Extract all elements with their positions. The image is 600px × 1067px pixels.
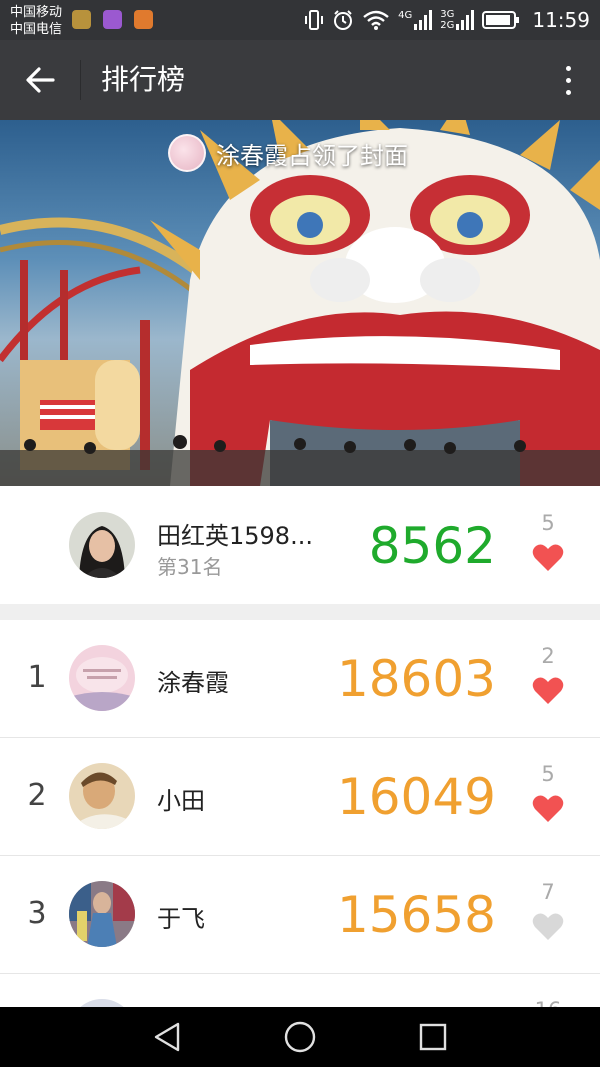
cover-owner-text: 涂春霞占领了封面 (216, 141, 408, 170)
my-score: 8562 (368, 517, 496, 575)
rank-number: 3 (27, 896, 47, 931)
like-button[interactable]: 5 (528, 761, 568, 823)
signal-bars-icon (414, 10, 433, 30)
my-name: 田红英1598... (157, 522, 313, 550)
my-position: 第31名 (157, 555, 223, 579)
user-score: 18603 (336, 650, 496, 708)
heart-outline-icon (532, 913, 564, 940)
status-bar: 中国移动 中国电信 4G 3G 2G 11:59 (0, 0, 600, 40)
rank-number: 1 (27, 660, 47, 695)
user-name: 于飞 (157, 905, 205, 933)
network-2g-label: 2G (440, 20, 455, 31)
rank-number: 2 (27, 778, 47, 813)
like-count: 5 (541, 511, 555, 535)
carrier-info: 中国移动 中国电信 (10, 4, 62, 38)
nav-home-button[interactable] (270, 1017, 330, 1057)
avatar (69, 645, 135, 711)
cover-owner-avatar (168, 134, 206, 172)
square-recents-icon (419, 1023, 447, 1051)
nav-back-button[interactable] (137, 1017, 197, 1057)
like-button[interactable]: 2 (528, 643, 568, 705)
like-count: 7 (541, 880, 555, 904)
heart-icon (532, 544, 564, 571)
heart-icon (532, 677, 564, 704)
carrier-1: 中国移动 (10, 5, 63, 20)
system-nav-bar (0, 1007, 600, 1067)
clock: 11:59 (532, 8, 590, 32)
like-count: 5 (541, 762, 555, 786)
notification-app-icon-3 (134, 10, 153, 29)
cover-owner-badge[interactable]: 涂春霞占领了封面 (168, 133, 408, 173)
back-arrow-icon (26, 67, 55, 93)
ranking-row-1[interactable]: 1 涂春霞 18603 2 (0, 620, 600, 738)
user-avatar-photo (69, 881, 135, 947)
triangle-back-icon (154, 1022, 180, 1052)
battery-icon (482, 11, 520, 29)
avatar (69, 881, 135, 947)
signal-bars-icon-2 (456, 10, 475, 30)
vibrate-icon (305, 10, 324, 30)
my-like-button[interactable]: 5 (528, 510, 568, 572)
network-3g-label: 3G (440, 9, 455, 20)
user-name: 涂春霞 (157, 669, 229, 697)
like-count: 2 (541, 644, 555, 668)
like-button[interactable]: 7 (528, 879, 568, 941)
status-icons: 4G 3G 2G 11:59 (304, 0, 590, 40)
user-score: 15658 (336, 886, 496, 944)
back-button[interactable] (14, 58, 66, 102)
alarm-icon (334, 10, 353, 30)
circle-home-icon (284, 1021, 316, 1053)
signal-4g: 4G (398, 10, 433, 30)
wifi-icon (363, 10, 389, 30)
ranking-row-2[interactable]: 2 小田 16049 5 (0, 738, 600, 856)
app-bar-divider (80, 60, 81, 100)
section-gap (0, 604, 600, 620)
user-name: 小田 (157, 787, 205, 815)
heart-icon (532, 795, 564, 822)
avatar (69, 512, 135, 578)
nav-recents-button[interactable] (403, 1017, 463, 1057)
notification-app-icon-2 (103, 10, 122, 29)
more-options-button[interactable] (556, 60, 580, 100)
more-dot-icon (565, 77, 571, 83)
cover-photo (0, 120, 600, 486)
signal-3g: 3G 2G (440, 9, 475, 31)
user-avatar-photo (69, 763, 135, 829)
user-score: 16049 (336, 768, 496, 826)
cover-image[interactable]: 涂春霞占领了封面 (0, 120, 600, 486)
page-title: 排行榜 (101, 63, 186, 96)
user-avatar-photo (69, 645, 135, 711)
notification-app-icon-1 (72, 10, 91, 29)
more-dot-icon (565, 89, 571, 95)
leaderboard-screen: 中国移动 中国电信 4G 3G 2G 11:59 排行榜 涂春霞占领了封面 田红… (0, 0, 600, 1067)
my-rank-row[interactable]: 田红英1598... 第31名 8562 5 (0, 486, 600, 604)
network-4g-label: 4G (398, 10, 413, 21)
more-dot-icon (565, 65, 571, 71)
app-bar: 排行榜 (0, 40, 600, 120)
carrier-2: 中国电信 (10, 22, 63, 37)
ranking-row-3[interactable]: 3 于飞 15658 7 (0, 856, 600, 974)
my-avatar-photo (69, 512, 135, 578)
avatar (69, 763, 135, 829)
